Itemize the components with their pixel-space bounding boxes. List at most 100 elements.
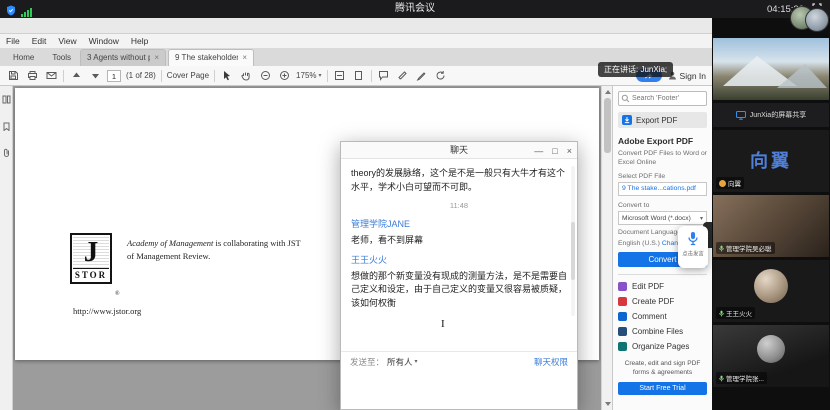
minimize-icon[interactable]: — [534,146,543,156]
microphone-icon [687,231,699,246]
select-tool-icon[interactable] [220,69,234,83]
meeting-title: 腾讯会议 [0,0,830,18]
start-free-trial-button[interactable]: Start Free Trial [618,382,707,395]
participant-tile-screenshare[interactable]: JunXia的屏幕共享 [713,103,829,127]
export-pdf-tool[interactable]: Export PDF [618,112,707,128]
combine-files-icon [618,327,627,336]
close-tab-icon[interactable]: × [242,54,247,62]
menu-help[interactable]: Help [125,36,154,46]
attachments-icon[interactable] [2,145,11,163]
collapse-tools-panel-button[interactable]: › [612,360,613,382]
chat-message: 想做的那个新变量没有现成的测量方法，是不是需要自己定义和设定，由于自己定义的变量… [351,270,567,311]
comment-tool-icon[interactable] [377,69,391,83]
tools-search-input[interactable] [618,91,707,106]
chat-permission-link[interactable]: 聊天权限 [534,356,568,368]
zoom-level-dropdown[interactable]: 175% ▾ [296,71,321,80]
chevron-down-icon: ▾ [700,215,703,222]
language-value: English (U.S.) [618,240,660,247]
save-icon[interactable] [6,69,20,83]
vertical-scrollbar[interactable] [601,86,612,410]
zoom-out-icon[interactable] [258,69,272,83]
tab-document-2-active[interactable]: 9 The stakeholder t... × [168,49,254,66]
mic-popup-label: 点击发言 [682,249,704,257]
scroll-down-icon[interactable] [605,402,611,406]
menu-file[interactable]: File [0,36,26,46]
hand-tool-icon[interactable] [239,69,253,83]
close-tab-icon[interactable]: × [154,54,159,62]
chat-sender: 管理学院JANE [351,218,567,232]
comment-icon [618,312,627,321]
close-icon[interactable]: × [567,146,572,156]
page-count-label: (1 of 28) [126,71,156,80]
document-url: http://www.jstor.org [73,306,141,316]
chat-timestamp: 11:48 [351,200,567,211]
view-mode-label[interactable]: Cover Page [167,71,209,80]
participant-tile-xiangyi[interactable]: 向翼 向翼 [713,130,829,192]
next-page-icon[interactable] [88,69,102,83]
participant-tile-partial[interactable]: 管理学院张... [713,325,829,387]
tool-edit-pdf[interactable]: Edit PDF [618,279,707,294]
export-pdf-icon [622,115,632,125]
selected-file-name[interactable]: 9 The stake...cations.pdf [618,182,707,196]
meeting-topbar: 腾讯会议 04:15:30 [0,0,830,18]
mic-popup[interactable]: 点击发言 [678,226,708,268]
tab-tools[interactable]: Tools [43,50,80,66]
tool-organize-pages[interactable]: Organize Pages [618,339,707,354]
highlighter-tool-icon[interactable] [396,69,410,83]
create-pdf-icon [618,297,627,306]
tab-document-1[interactable]: 3 Agents without p... × [80,49,166,66]
screen-share-icon [736,111,746,120]
send-to-dropdown[interactable]: 所有人 ▾ [387,356,418,368]
tool-combine-files[interactable]: Combine Files [618,324,707,339]
select-file-label: Select PDF File [618,173,707,180]
export-panel-subheading: Convert PDF Files to Word or Excel Onlin… [618,149,707,167]
convert-to-label: Convert to [618,202,707,209]
chat-input[interactable] [341,371,577,409]
fit-page-icon[interactable] [352,69,366,83]
maximize-icon[interactable]: □ [552,146,557,156]
participant-avatar-icon [719,180,726,187]
scrollbar-thumb[interactable] [604,98,611,153]
chat-titlebar[interactable]: 聊天 — □ × [341,142,577,159]
format-dropdown[interactable]: Microsoft Word (*.docx) ▾ [618,211,707,225]
fit-width-icon[interactable] [333,69,347,83]
page-number-input[interactable]: 1 [107,70,121,82]
jstor-logo: J STOR [70,233,112,284]
print-icon[interactable] [25,69,39,83]
scroll-up-icon[interactable] [605,90,611,94]
page-thumbnails-icon[interactable] [2,91,11,109]
participant-tile-wangwanghuohuo[interactable]: 王王火火 [713,260,829,322]
refresh-icon[interactable] [434,69,448,83]
email-icon[interactable] [44,69,58,83]
participant-tile-photo[interactable] [713,38,829,100]
menu-view[interactable]: View [52,36,82,46]
previous-page-icon[interactable] [69,69,83,83]
chat-sender: 王王火火 [351,254,567,268]
chat-message-list[interactable]: theory的发展脉络，这个是不是一般只有大牛才有这个水平，学术小白可望而不可即… [341,159,577,351]
search-icon [621,94,630,103]
menu-window[interactable]: Window [83,36,125,46]
edit-pdf-icon [618,282,627,291]
tab-home[interactable]: Home [4,50,43,66]
participant-tile-wubicong[interactable]: 管理学院吴必聪 [713,195,829,257]
send-to-label: 发送至： [350,356,384,368]
tool-create-pdf[interactable]: Create PDF [618,294,707,309]
chevron-down-icon: ▾ [415,358,418,365]
chevron-down-icon: ▾ [319,72,322,79]
document-text-line2: of Management Review. [127,251,210,261]
organize-pages-icon [618,342,627,351]
chat-message-overflow: theory的发展脉络，这个是不是一般只有大牛才有这个水平，学术小白可望而不可即… [351,167,567,194]
mic-on-icon [719,375,724,382]
document-text-line1: Academy of Management is collaborating w… [127,238,301,248]
chat-scrollbar[interactable] [571,166,575,316]
menu-edit[interactable]: Edit [26,36,53,46]
tool-comment[interactable]: Comment [618,309,707,324]
mic-on-icon [719,310,724,317]
sign-in-button[interactable]: Sign In [668,71,706,81]
pen-tool-icon[interactable] [415,69,429,83]
bookmarks-icon[interactable] [2,118,11,136]
avatar [805,8,829,32]
speaking-indicator: 正在讲话: JunXia; [598,62,673,77]
registered-mark: ® [115,291,120,297]
zoom-in-icon[interactable] [277,69,291,83]
